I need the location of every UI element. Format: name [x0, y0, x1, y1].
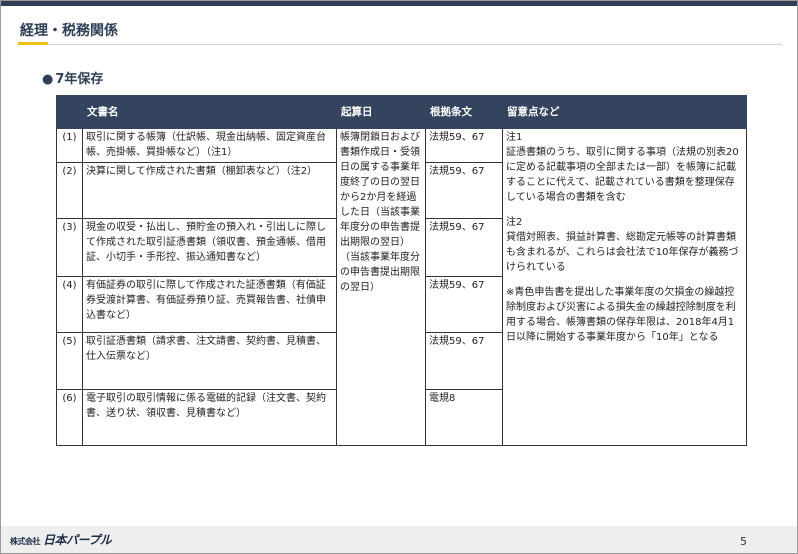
start-date-cell: 帳簿閉鎖日および書類作成日・受領日の属する事業年度終了の日の翌日から2か月を経過…	[336, 128, 426, 446]
legal-basis-cell: 法規59、67	[425, 162, 503, 219]
retention-table: 文書名 起算日 根拠条文 留意点など (1) 取引に関する帳簿（仕訳帳、現金出納…	[56, 95, 747, 446]
page-title: 経理・税務関係	[20, 23, 118, 39]
note1-title: 注1	[506, 132, 523, 143]
section-label: 7年保存	[55, 72, 104, 87]
legal-basis-cell: 法規59、67	[425, 276, 503, 333]
row-number: (3)	[56, 218, 83, 277]
header-legal-basis: 根拠条文	[425, 95, 503, 129]
legal-basis-cell: 法規59、67	[425, 128, 503, 163]
logo-prefix: 株式会社	[10, 537, 41, 546]
company-logo: 株式会社 日本パープル	[10, 531, 112, 548]
document-name-cell: 決算に関して作成された書類（棚卸表など）（注2）	[82, 162, 337, 219]
document-name-cell: 取引に関する帳簿（仕訳帳、現金出納帳、固定資産台帳、売掛帳、買掛帳など）（注1）	[82, 128, 337, 163]
header-notes: 留意点など	[502, 95, 747, 129]
row-number: (1)	[56, 128, 83, 163]
page-number: 5	[740, 535, 747, 548]
row-number: (6)	[56, 389, 83, 446]
row-number: (5)	[56, 332, 83, 390]
logo-name: 日本パープル	[43, 533, 112, 547]
note3-body: ※青色申告書を提出した事業年度の欠損金の繰越控除制度および災害による損失金の繰越…	[506, 287, 736, 343]
title-accent-underline	[18, 42, 48, 45]
document-name-cell: 電子取引の取引情報に係る電磁的記録（注文書、契約書、送り状、領収書、見積書など）	[82, 389, 337, 446]
header-document-name: 文書名	[82, 95, 337, 129]
note2-title: 注2	[506, 217, 523, 228]
notes-cell: 注1 証憑書類のうち、取引に関する事項（法規の別表20に定める記載事項の全部また…	[502, 128, 747, 446]
legal-basis-cell: 法規59、67	[425, 332, 503, 390]
section-heading: ● 7年保存	[42, 68, 103, 87]
legal-basis-cell: 電規8	[425, 389, 503, 446]
table-header-row: 文書名 起算日 根拠条文 留意点など	[56, 95, 747, 129]
table-row: (1) 取引に関する帳簿（仕訳帳、現金出納帳、固定資産台帳、売掛帳、買掛帳など）…	[56, 128, 747, 446]
row-number: (4)	[56, 276, 83, 333]
header-no	[56, 95, 83, 129]
header-start-date: 起算日	[336, 95, 426, 129]
note1-body: 証憑書類のうち、取引に関する事項（法規の別表20に定める記載事項の全部または一部…	[506, 147, 739, 203]
title-divider	[18, 44, 782, 45]
document-name-cell: 現金の収受・払出し、預貯金の預入れ・引出しに際して作成された取引証憑書類（領収書…	[82, 218, 337, 277]
top-accent-bar	[1, 1, 797, 6]
note2-body: 貸借対照表、損益計算書、総勘定元帳等の計算書類も含まれるが、これらは会社法で10…	[506, 232, 739, 273]
legal-basis-cell: 法規59、67	[425, 218, 503, 277]
footer-bar	[1, 526, 797, 553]
bullet-icon: ●	[42, 72, 54, 87]
document-name-cell: 有価証券の取引に際して作成された証憑書類（有価証券受渡計算書、有価証券預り証、売…	[82, 276, 337, 333]
row-number: (2)	[56, 162, 83, 219]
document-name-cell: 取引証憑書類（請求書、注文請書、契約書、見積書、仕入伝票など）	[82, 332, 337, 390]
